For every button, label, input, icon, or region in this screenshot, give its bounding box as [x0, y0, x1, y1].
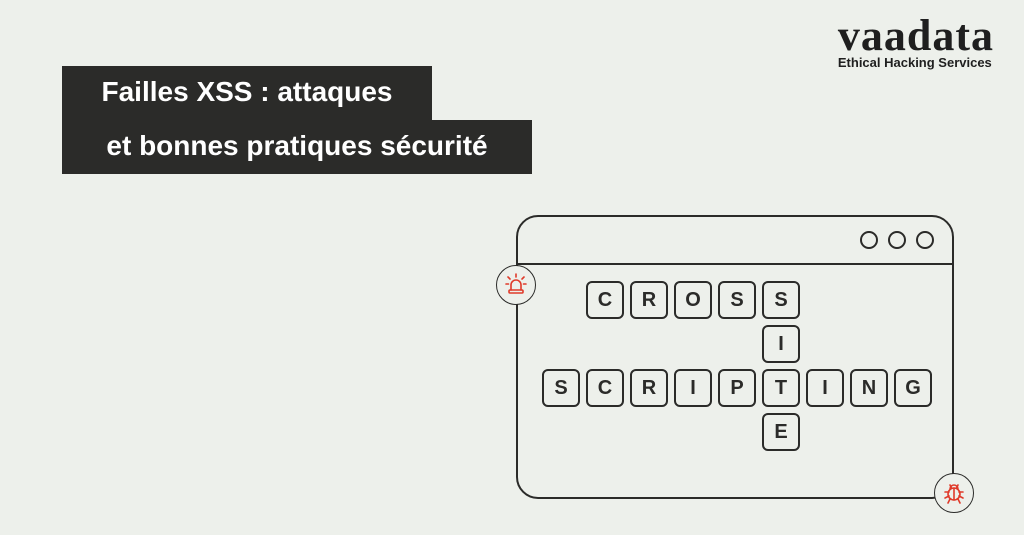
title-block: Failles XSS : attaques et bonnes pratiqu… [62, 66, 532, 174]
crossword-tile: O [674, 281, 712, 319]
crossword-tile: T [762, 369, 800, 407]
siren-icon [503, 272, 529, 298]
window-button-icon [888, 231, 906, 249]
window-button-icon [860, 231, 878, 249]
crossword-tile: E [762, 413, 800, 451]
crossword-tile: I [806, 369, 844, 407]
window-header [518, 217, 952, 265]
brand-block: vaadata Ethical Hacking Services [838, 18, 994, 70]
crossword-tile: N [850, 369, 888, 407]
crossword-tile: S [542, 369, 580, 407]
browser-window-illustration: CROSSISCRIPTINGE [516, 215, 954, 499]
title-line-1: Failles XSS : attaques [62, 66, 432, 120]
brand-tagline: Ethical Hacking Services [838, 55, 994, 70]
crossword-tile: C [586, 281, 624, 319]
window-button-icon [916, 231, 934, 249]
crossword-tile: G [894, 369, 932, 407]
crossword-tile: R [630, 369, 668, 407]
title-line-2: et bonnes pratiques sécurité [62, 120, 532, 174]
bug-icon-svg [941, 480, 967, 506]
crossword-tile: I [674, 369, 712, 407]
bug-icon [934, 473, 974, 513]
crossword-tile: I [762, 325, 800, 363]
crossword-tile: S [762, 281, 800, 319]
crossword-tile: S [718, 281, 756, 319]
crossword-tile: R [630, 281, 668, 319]
alert-siren-icon [496, 265, 536, 305]
crossword-tile: P [718, 369, 756, 407]
crossword-tile: C [586, 369, 624, 407]
brand-name: vaadata [838, 18, 994, 53]
